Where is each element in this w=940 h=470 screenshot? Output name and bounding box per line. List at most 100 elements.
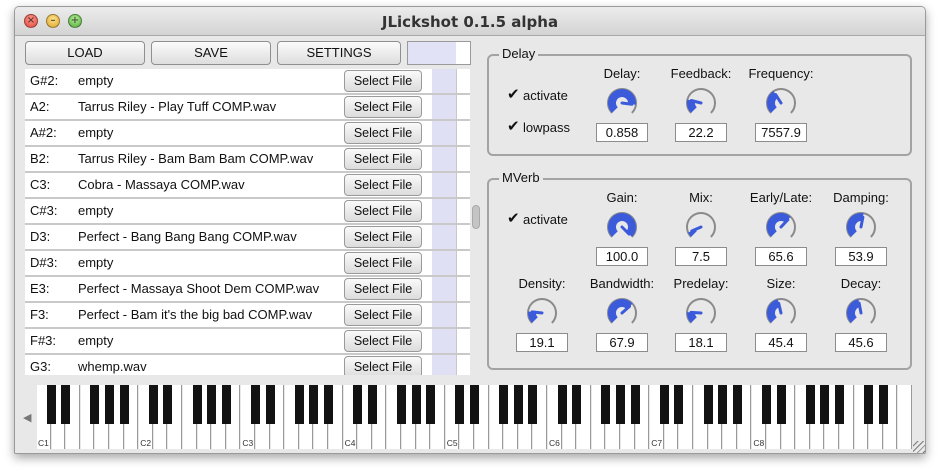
black-key[interactable] <box>207 385 217 424</box>
black-key[interactable] <box>674 385 684 424</box>
knob-dial[interactable] <box>763 295 799 331</box>
black-key[interactable] <box>732 385 742 424</box>
black-key[interactable] <box>105 385 114 424</box>
black-key[interactable] <box>148 385 158 424</box>
select-file-button[interactable]: Select File <box>344 304 422 326</box>
scroll-left-icon[interactable]: ◀ <box>23 411 31 424</box>
white-key[interactable] <box>898 385 912 449</box>
black-key[interactable] <box>470 385 479 424</box>
knob-value-field[interactable]: 100.0 <box>596 247 648 266</box>
black-key[interactable] <box>601 385 611 424</box>
black-key[interactable] <box>294 385 304 424</box>
black-key[interactable] <box>499 385 509 424</box>
black-key[interactable] <box>528 385 538 424</box>
knob-value-field[interactable]: 65.6 <box>755 247 807 266</box>
knob-gain: Gain: 100.0 <box>583 190 661 266</box>
delay-activate-checkbox[interactable]: activate <box>507 85 568 103</box>
knob-value-field[interactable]: 7.5 <box>675 247 727 266</box>
select-file-button[interactable]: Select File <box>344 356 422 375</box>
sample-level-meter-end <box>456 147 470 171</box>
sample-level-meter <box>432 69 456 93</box>
mverb-activate-checkbox[interactable]: activate <box>507 209 568 227</box>
select-file-button[interactable]: Select File <box>344 96 422 118</box>
black-key[interactable] <box>119 385 129 424</box>
black-key[interactable] <box>90 385 100 424</box>
black-key[interactable] <box>163 385 173 424</box>
knob-dial[interactable] <box>683 85 719 121</box>
piano-keyboard[interactable]: C1 C2 C3 C4 C5 C6 C7 C8 <box>37 385 913 449</box>
knob-decay: Decay: 45.6 <box>822 276 900 352</box>
black-key[interactable] <box>630 385 640 424</box>
black-key[interactable] <box>762 385 771 424</box>
knob-dial[interactable] <box>683 295 719 331</box>
black-key[interactable] <box>513 385 523 424</box>
select-file-button[interactable]: Select File <box>344 330 422 352</box>
knob-value-field[interactable]: 22.2 <box>675 123 727 142</box>
octave-label: C8 <box>753 438 765 448</box>
black-key[interactable] <box>309 385 319 424</box>
black-key[interactable] <box>659 385 669 424</box>
delay-lowpass-checkbox[interactable]: lowpass <box>507 117 570 135</box>
knob-value-field[interactable]: 45.6 <box>835 333 887 352</box>
black-key[interactable] <box>426 385 436 424</box>
knob-dial[interactable] <box>604 295 640 331</box>
knob-value-field[interactable]: 45.4 <box>755 333 807 352</box>
black-key[interactable] <box>192 385 202 424</box>
black-key[interactable] <box>864 385 874 424</box>
split-pane-handle[interactable] <box>472 205 480 229</box>
black-key[interactable] <box>455 385 465 424</box>
select-file-button[interactable]: Select File <box>344 226 422 248</box>
black-key[interactable] <box>46 385 56 424</box>
black-key[interactable] <box>397 385 406 424</box>
load-button[interactable]: LOAD <box>25 41 145 65</box>
title-bar[interactable]: × – + JLickshot 0.1.5 alpha <box>15 7 925 36</box>
black-key[interactable] <box>61 385 71 424</box>
knob-dial[interactable] <box>763 209 799 245</box>
black-key[interactable] <box>572 385 582 424</box>
black-key[interactable] <box>805 385 815 424</box>
knob-value-field[interactable]: 67.9 <box>596 333 648 352</box>
knob-value-field[interactable]: 19.1 <box>516 333 568 352</box>
knob-value-field[interactable]: 53.9 <box>835 247 887 266</box>
select-file-button[interactable]: Select File <box>344 148 422 170</box>
sample-row: D#3: empty Select File <box>25 251 470 277</box>
black-key[interactable] <box>367 385 377 424</box>
black-key[interactable] <box>878 385 888 424</box>
black-key[interactable] <box>265 385 275 424</box>
knob-dial[interactable] <box>524 295 560 331</box>
select-file-button[interactable]: Select File <box>344 174 422 196</box>
knob-value-field[interactable]: 18.1 <box>675 333 727 352</box>
knob-dial[interactable] <box>843 209 879 245</box>
black-key[interactable] <box>251 385 260 424</box>
black-key[interactable] <box>835 385 844 424</box>
knob-dial[interactable] <box>843 295 879 331</box>
black-key[interactable] <box>718 385 728 424</box>
select-file-button[interactable]: Select File <box>344 278 422 300</box>
select-file-button[interactable]: Select File <box>344 70 422 92</box>
black-key[interactable] <box>324 385 333 424</box>
file-name: Perfect - Bang Bang Bang COMP.wav <box>78 229 297 244</box>
knob-dial[interactable] <box>604 209 640 245</box>
black-key[interactable] <box>820 385 830 424</box>
select-file-button[interactable]: Select File <box>344 252 422 274</box>
knob-dial[interactable] <box>604 85 640 121</box>
black-key[interactable] <box>616 385 625 424</box>
resize-grip-icon[interactable] <box>913 441 925 453</box>
delay-lowpass-label: lowpass <box>523 120 570 135</box>
file-name: empty <box>78 255 114 270</box>
settings-button[interactable]: SETTINGS <box>277 41 401 65</box>
black-key[interactable] <box>411 385 421 424</box>
black-key[interactable] <box>221 385 231 424</box>
black-key[interactable] <box>703 385 713 424</box>
black-key[interactable] <box>557 385 567 424</box>
select-file-button[interactable]: Select File <box>344 200 422 222</box>
knob-value-field[interactable]: 0.858 <box>596 123 648 142</box>
knob-dial[interactable] <box>763 85 799 121</box>
knob-value-field[interactable]: 7557.9 <box>755 123 807 142</box>
save-button[interactable]: SAVE <box>151 41 271 65</box>
black-key[interactable] <box>776 385 786 424</box>
black-key[interactable] <box>353 385 363 424</box>
select-file-button[interactable]: Select File <box>344 122 422 144</box>
knob-dial[interactable] <box>683 209 719 245</box>
octave-label: C3 <box>242 438 254 448</box>
